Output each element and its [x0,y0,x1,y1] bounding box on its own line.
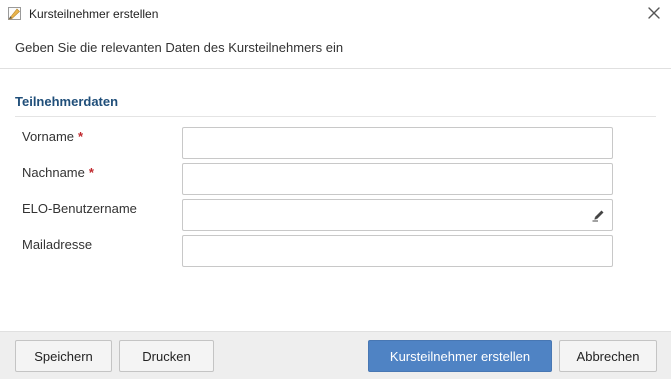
section-title: Teilnehmerdaten [15,94,119,109]
last-name-label: Nachname * [22,165,94,180]
elo-username-label-text: ELO-Benutzername [22,201,137,216]
email-field-box [182,235,613,267]
first-name-label-text: Vorname [22,129,75,144]
last-name-label-text: Nachname [22,165,85,180]
print-button[interactable]: Drucken [119,340,214,372]
cancel-button[interactable]: Abbrechen [559,340,657,372]
create-participant-button[interactable]: Kursteilnehmer erstellen [368,340,552,372]
window-title: Kursteilnehmer erstellen [29,7,159,21]
pencil-icon[interactable] [592,208,606,222]
email-label-text: Mailadresse [22,237,93,252]
close-icon[interactable] [645,4,663,22]
required-marker: * [88,165,94,180]
save-button[interactable]: Speichern [15,340,112,372]
elo-username-input[interactable] [183,200,612,230]
required-marker: * [78,129,84,144]
first-name-label: Vorname * [22,129,83,144]
email-label: Mailadresse [22,237,92,252]
section-divider [15,116,656,117]
divider [0,68,671,69]
email-input[interactable] [183,236,612,266]
last-name-field-box [182,163,613,195]
document-edit-icon [7,6,22,21]
dialog-subtitle: Geben Sie die relevanten Daten des Kurst… [15,40,344,55]
elo-username-field-box [182,199,613,231]
title-bar: Kursteilnehmer erstellen [0,0,671,30]
first-name-field-box [182,127,613,159]
first-name-input[interactable] [183,128,612,158]
last-name-input[interactable] [183,164,612,194]
elo-username-label: ELO-Benutzername [22,201,137,216]
